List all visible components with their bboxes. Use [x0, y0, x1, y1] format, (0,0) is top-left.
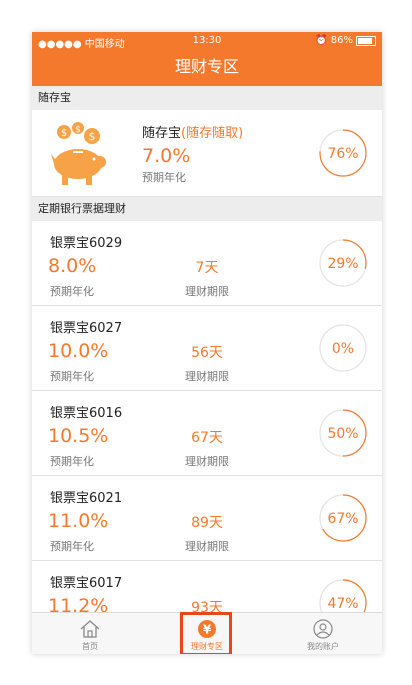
product-term-label: 理财期限 — [185, 540, 229, 553]
product-rate-label: 预期年化 — [50, 455, 94, 468]
product-term: 89天 — [191, 515, 223, 531]
battery-percent: 86% — [330, 35, 353, 46]
progress-ring: 47% — [319, 579, 367, 612]
house-icon — [80, 620, 100, 638]
product-rate: 10.0% — [48, 340, 109, 362]
progress-ring: 0% — [319, 324, 367, 372]
svg-text:$: $ — [75, 125, 81, 135]
product-row[interactable]: 银票宝6029 8.0% 预期年化 7天理财期限 29% — [32, 221, 382, 306]
progress-text: 0% — [332, 341, 354, 357]
product-rate-label: 预期年化 — [50, 540, 94, 553]
status-bar: ●●●●● 中国移动 13:30 ⏰ 86% — [32, 32, 382, 50]
section-header-featured: 随存宝 — [32, 86, 382, 110]
product-row[interactable]: 银票宝6027 10.0% 预期年化 56天理财期限 0% — [32, 306, 382, 391]
product-name: 银票宝6029 — [50, 236, 123, 251]
progress-text: 47% — [327, 596, 358, 612]
progress-text: 67% — [327, 511, 358, 527]
battery-icon — [356, 35, 376, 46]
tab-home[interactable]: 首页 — [32, 613, 148, 654]
product-name: 银票宝6017 — [50, 576, 123, 591]
product-row[interactable]: 银票宝6021 11.0% 预期年化 89天理财期限 67% — [32, 476, 382, 561]
tab-account-label: 我的账户 — [307, 642, 339, 651]
battery-fill — [358, 37, 372, 44]
product-rate: 11.0% — [48, 510, 109, 532]
progress-ring: 76% — [319, 129, 367, 177]
product-row[interactable]: 银票宝6016 10.5% 预期年化 67天理财期限 50% — [32, 391, 382, 476]
page-title: 理财专区 — [32, 50, 382, 86]
product-term-label: 理财期限 — [185, 285, 229, 298]
progress-text: 76% — [327, 146, 358, 162]
featured-rate-label: 预期年化 — [142, 171, 186, 184]
product-name: 银票宝6027 — [50, 321, 123, 336]
product-list[interactable]: 随存宝 $ $ $ 随存宝(随存随取) 7.0% 预期年化 76% 定期银行票据… — [32, 86, 382, 612]
progress-ring: 29% — [319, 239, 367, 287]
featured-product[interactable]: $ $ $ 随存宝(随存随取) 7.0% 预期年化 76% — [32, 110, 382, 197]
products-container: 银票宝6029 8.0% 预期年化 7天理财期限 29% 银票宝6027 10.0% 预期年化… — [32, 221, 382, 612]
tab-home-label: 首页 — [82, 642, 98, 651]
product-rate: 8.0% — [48, 255, 97, 277]
product-row[interactable]: 银票宝601711.2%预期年化93天理财期限47% — [32, 561, 382, 612]
tab-account[interactable]: 我的账户 — [265, 613, 381, 654]
user-circle-icon — [313, 619, 333, 639]
product-term: 93天 — [191, 600, 223, 612]
piggy-bank-icon: $ $ $ — [51, 122, 106, 185]
product-rate-label: 预期年化 — [50, 285, 94, 298]
progress-ring: 67% — [319, 494, 367, 542]
product-term-label: 理财期限 — [185, 370, 229, 383]
featured-rate: 7.0% — [142, 145, 191, 167]
phone-screen: ●●●●● 中国移动 13:30 ⏰ 86% 理财专区 随存宝 $ $ $ 随存… — [32, 32, 382, 654]
product-term-label: 理财期限 — [185, 455, 229, 468]
product-name: 银票宝6021 — [50, 491, 123, 506]
product-term: 7天 — [195, 260, 219, 276]
product-term: 67天 — [191, 430, 223, 446]
status-right: ⏰ 86% — [315, 35, 376, 46]
progress-ring: 50% — [319, 409, 367, 457]
product-rate-label: 预期年化 — [50, 370, 94, 383]
section-header-products: 定期银行票据理财 — [32, 197, 382, 221]
svg-text:$: $ — [89, 130, 96, 143]
progress-text: 50% — [327, 426, 358, 442]
featured-tag: (随存随取) — [181, 126, 244, 141]
tab-highlight-box — [180, 612, 232, 654]
progress-text: 29% — [327, 256, 358, 272]
product-name: 银票宝6016 — [50, 406, 123, 421]
featured-name: 随存宝(随存随取) — [142, 122, 243, 141]
product-rate: 11.2% — [48, 595, 109, 612]
featured-title: 随存宝 — [142, 126, 182, 141]
svg-text:$: $ — [61, 128, 67, 139]
product-rate: 10.5% — [48, 425, 109, 447]
alarm-icon: ⏰ — [315, 35, 328, 46]
product-term: 56天 — [191, 345, 223, 361]
